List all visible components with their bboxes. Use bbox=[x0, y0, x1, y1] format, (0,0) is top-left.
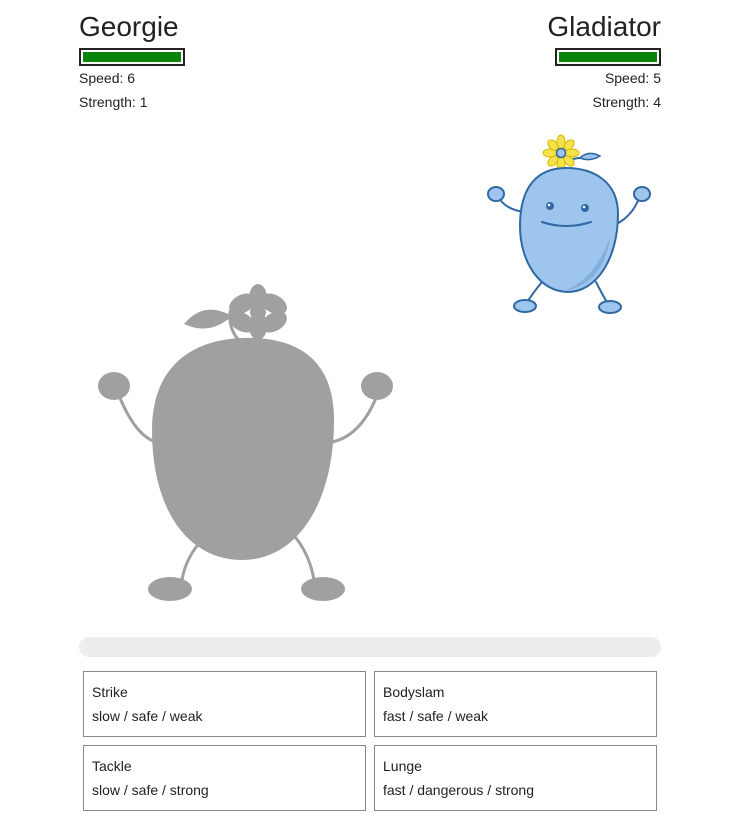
opponent-speed: Speed: 5 bbox=[604, 70, 661, 86]
opponent-strength: Strength: 4 bbox=[592, 94, 662, 110]
player-strength: Strength: 1 bbox=[79, 94, 148, 110]
opponent-health-bar bbox=[555, 48, 661, 66]
move-button-strike[interactable]: Strike slow / safe / weak bbox=[83, 671, 366, 737]
player-health-fill bbox=[83, 52, 181, 62]
move-name: Lunge bbox=[383, 758, 422, 774]
move-name: Strike bbox=[92, 684, 128, 700]
player-creature-icon bbox=[98, 284, 393, 601]
move-name: Bodyslam bbox=[383, 684, 445, 700]
move-description: fast / safe / weak bbox=[383, 708, 489, 724]
move-button-bodyslam[interactable]: Bodyslam fast / safe / weak bbox=[374, 671, 657, 737]
player-health-bar bbox=[79, 48, 185, 66]
opponent-health-fill bbox=[559, 52, 657, 62]
move-button-lunge[interactable]: Lunge fast / dangerous / strong bbox=[374, 745, 657, 811]
move-description: slow / safe / strong bbox=[92, 782, 209, 798]
move-name: Tackle bbox=[92, 758, 132, 774]
battle-message-bar bbox=[79, 637, 661, 657]
move-grid: Strike slow / safe / weak Bodyslam fast … bbox=[83, 671, 657, 811]
opponent-panel: Gladiator Speed: 5 Strength: 4 bbox=[441, 10, 661, 114]
player-speed: Speed: 6 bbox=[79, 70, 136, 86]
player-name: Georgie bbox=[79, 11, 179, 42]
player-panel: Georgie Speed: 6 Strength: 1 bbox=[79, 10, 299, 114]
move-button-tackle[interactable]: Tackle slow / safe / strong bbox=[83, 745, 366, 811]
move-description: fast / dangerous / strong bbox=[383, 782, 534, 798]
opponent-creature-icon bbox=[487, 134, 651, 314]
move-description: slow / safe / weak bbox=[92, 708, 203, 724]
opponent-name: Gladiator bbox=[547, 11, 661, 42]
